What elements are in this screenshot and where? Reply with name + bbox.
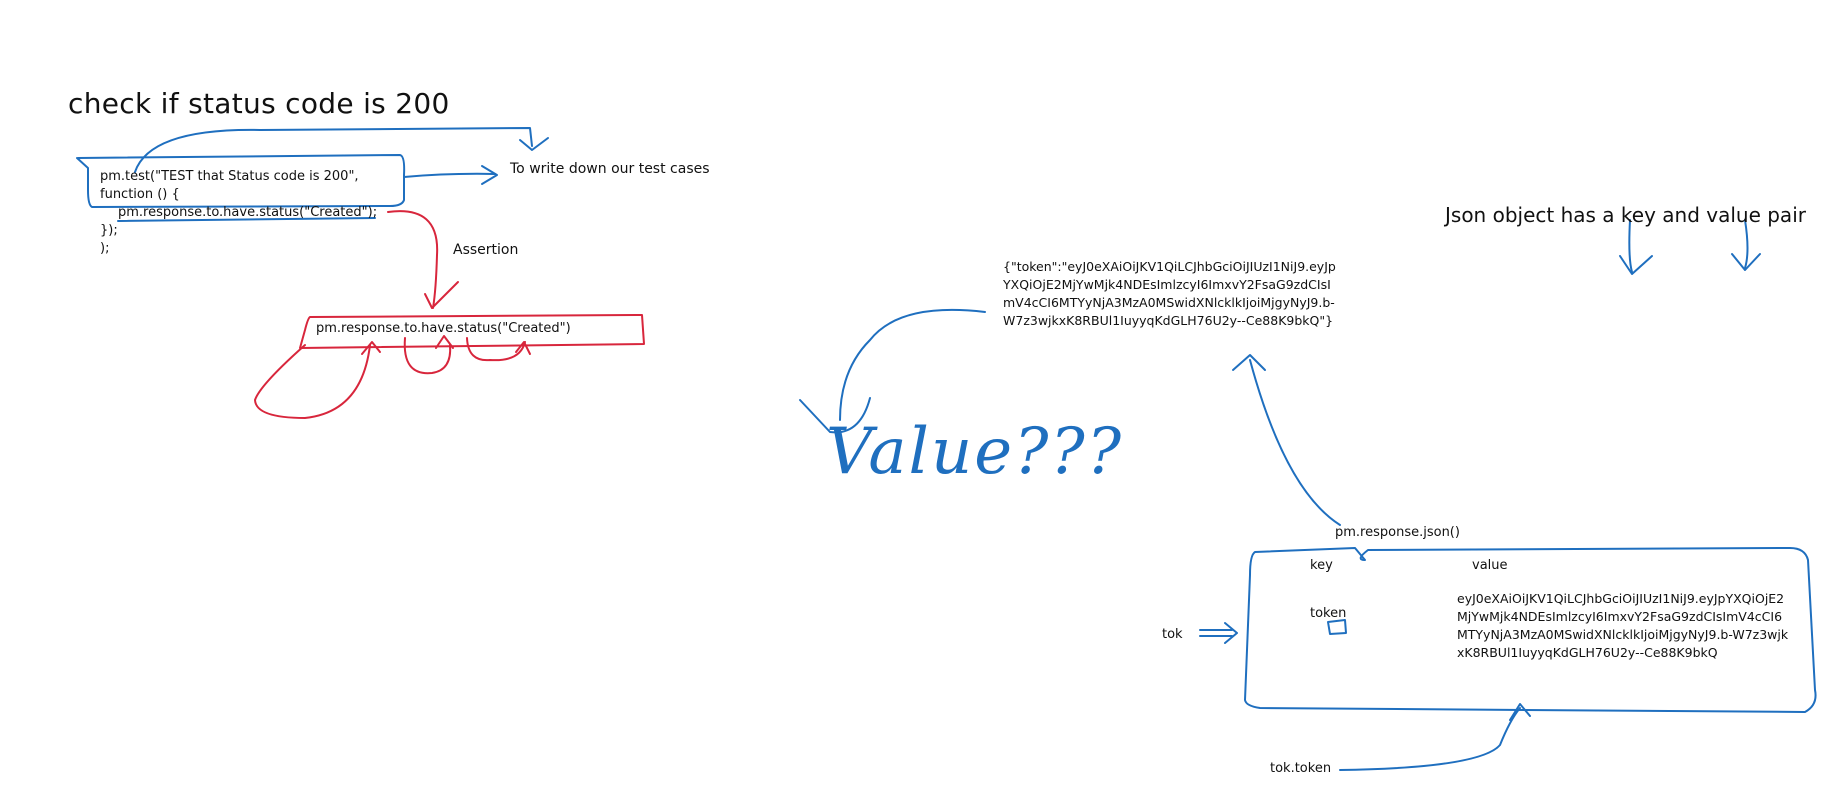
code-line-4: }); (100, 223, 118, 238)
arrow-json-to-value (839, 309, 986, 421)
value-question-label: Value??? (826, 415, 1123, 489)
loop-have (466, 337, 526, 362)
table-value-header: value (1472, 558, 1508, 573)
note-write-test-cases: To write down our test cases (510, 161, 710, 177)
red-arrow-assertion (387, 210, 439, 309)
note-assertion: Assertion (453, 242, 519, 258)
loop-to (403, 337, 452, 375)
arrow-key-down (1628, 219, 1633, 273)
code-line-5: ); (100, 241, 110, 256)
curved-arrow-top (134, 127, 533, 173)
json-response-text: {"token":"eyJ0eXAiOiJKV1QiLCJhbGciOiJIUz… (1003, 259, 1336, 328)
table-key-header: key (1310, 558, 1333, 573)
table-value-token: eyJ0eXAiOiJKV1QiLCJhbGciOiJIUzI1NiJ9.eyJ… (1457, 591, 1789, 660)
loop-response (254, 344, 371, 419)
arrow-response-to-json-head (1232, 354, 1266, 371)
curved-arrow-top-head (519, 137, 549, 151)
code-line-1: pm.test("TEST that Status code is 200", (100, 169, 359, 184)
assertion-box-text: pm.response.to.have.status("Created") (316, 321, 571, 336)
tok-arrow-head (1224, 622, 1238, 644)
table-key-token: token (1310, 606, 1347, 621)
whiteboard-canvas: check if status code is 200 pm.test("TES… (0, 0, 1821, 793)
response-json-call: pm.response.json() (1335, 525, 1460, 540)
accessor-arrow (1339, 707, 1521, 771)
arrow-key-down-head (1619, 255, 1653, 275)
arrow-response-to-json (1249, 359, 1341, 526)
token-marker (1327, 619, 1347, 635)
accessor-tok-token: tok.token (1270, 761, 1332, 776)
page-title: check if status code is 200 (68, 87, 450, 120)
arrow-value-down (1744, 219, 1749, 269)
arrow-to-note (403, 172, 496, 178)
arrow-to-note-head (481, 165, 498, 185)
red-arrow-assertion-head (424, 281, 459, 309)
code-line-3: pm.response.to.have.status("Created"); (118, 205, 378, 220)
json-object-note: Json object has a key and value pair (1445, 203, 1806, 227)
code-line-2: function () { (100, 187, 180, 202)
variable-tok: tok (1162, 627, 1183, 642)
